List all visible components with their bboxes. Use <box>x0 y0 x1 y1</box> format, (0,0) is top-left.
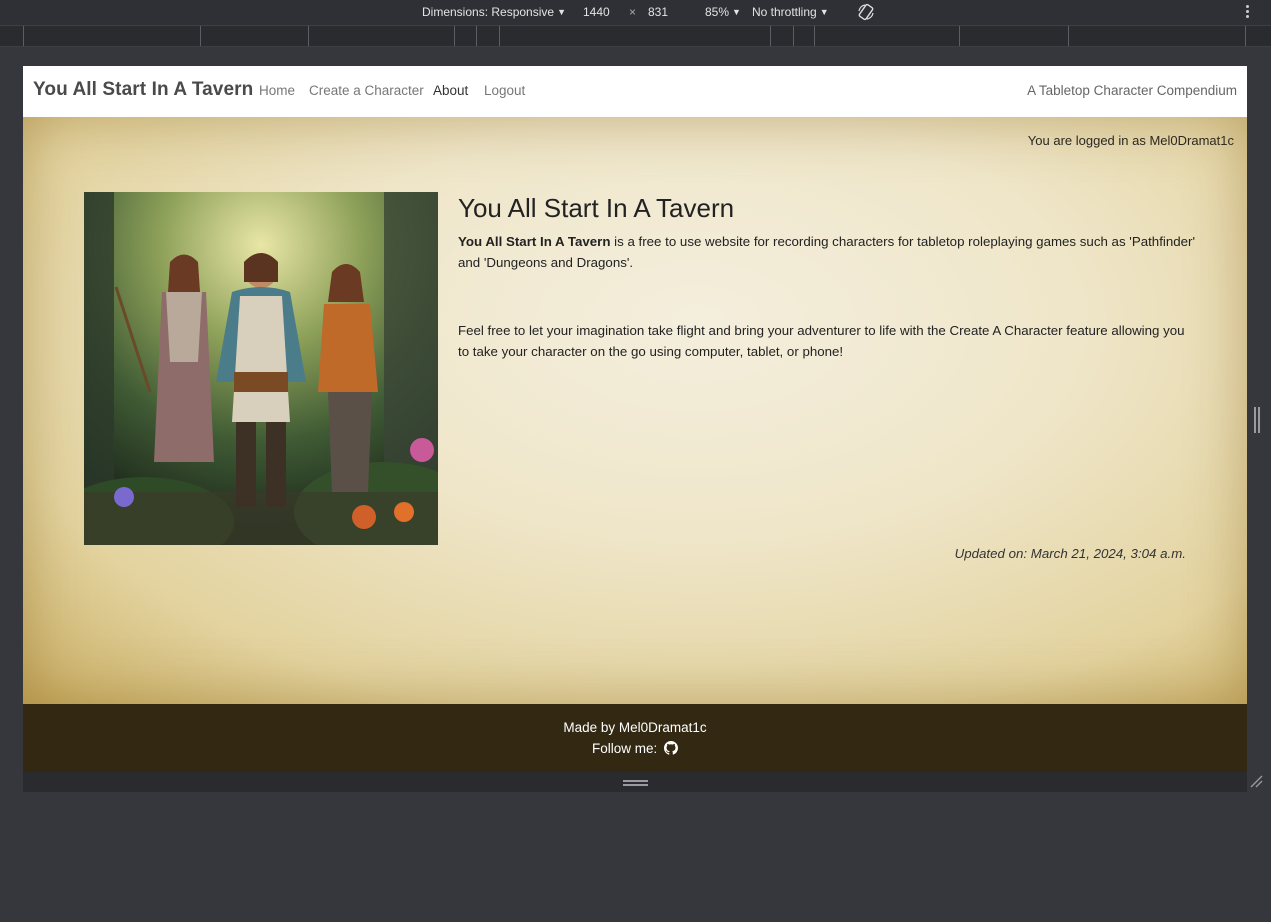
brand-link[interactable]: You All Start In A Tavern <box>33 79 253 101</box>
login-status: You are logged in as Mel0Dramat1c <box>1027 133 1234 148</box>
height-input[interactable]: 831 <box>648 5 668 19</box>
feature-paragraph: Feel free to let your imagination take f… <box>458 323 1185 359</box>
throttling-dropdown[interactable]: No throttling ▼ <box>752 5 829 19</box>
nav-about[interactable]: About <box>433 83 468 98</box>
intro-bold: You All Start In A Tavern <box>458 234 611 249</box>
github-icon[interactable] <box>664 741 679 755</box>
navbar-tagline: A Tabletop Character Compendium <box>1027 83 1237 98</box>
throttling-label: No throttling <box>752 5 817 19</box>
media-query-ruler[interactable] <box>0 25 1271 47</box>
zoom-dropdown[interactable]: 85% ▼ <box>705 5 741 19</box>
navbar: You All Start In A Tavern Home Create a … <box>23 66 1247 117</box>
updated-timestamp: Updated on: March 21, 2024, 3:04 a.m. <box>954 546 1186 561</box>
devtools-device-toolbar: Dimensions: Responsive ▼ 1440 × 831 85% ▼ … <box>0 0 1271 25</box>
page-viewport: You All Start In A Tavern Home Create a … <box>23 66 1247 772</box>
about-section: You are logged in as Mel0Dramat1c You Al… <box>23 117 1247 704</box>
follow-label: Follow me: <box>591 741 658 756</box>
caret-down-icon: ▼ <box>732 7 741 17</box>
nav-logout[interactable]: Logout <box>484 83 525 98</box>
caret-down-icon: ▼ <box>819 7 829 17</box>
width-input[interactable]: 1440 <box>583 5 610 19</box>
more-options-icon[interactable] <box>1242 3 1252 21</box>
resize-grip-icon[interactable] <box>623 780 648 782</box>
footer-credit: Made by Mel0Dramat1c <box>563 720 707 735</box>
dimensions-label: Dimensions: Responsive <box>422 5 555 19</box>
rotate-icon[interactable] <box>856 2 876 22</box>
intro-paragraph: You All Start In A Tavern is a free to u… <box>458 232 1198 273</box>
adventurers-illustration <box>84 192 438 545</box>
zoom-label: 85% <box>705 5 730 19</box>
footer: Made by Mel0Dramat1c Follow me: <box>23 704 1247 772</box>
dimensions-dropdown[interactable]: Dimensions: Responsive ▼ <box>422 5 566 19</box>
corner-resize-icon[interactable] <box>1249 774 1263 788</box>
nav-create-character[interactable]: Create a Character <box>309 83 424 98</box>
footer-follow: Follow me: <box>23 741 1247 756</box>
page-title: You All Start In A Tavern <box>458 193 735 223</box>
nav-home[interactable]: Home <box>259 83 295 98</box>
side-resize-handle[interactable] <box>1254 407 1260 433</box>
caret-down-icon: ▼ <box>557 7 566 17</box>
times-separator: × <box>629 5 637 19</box>
viewport-resize-bar[interactable] <box>23 772 1247 792</box>
